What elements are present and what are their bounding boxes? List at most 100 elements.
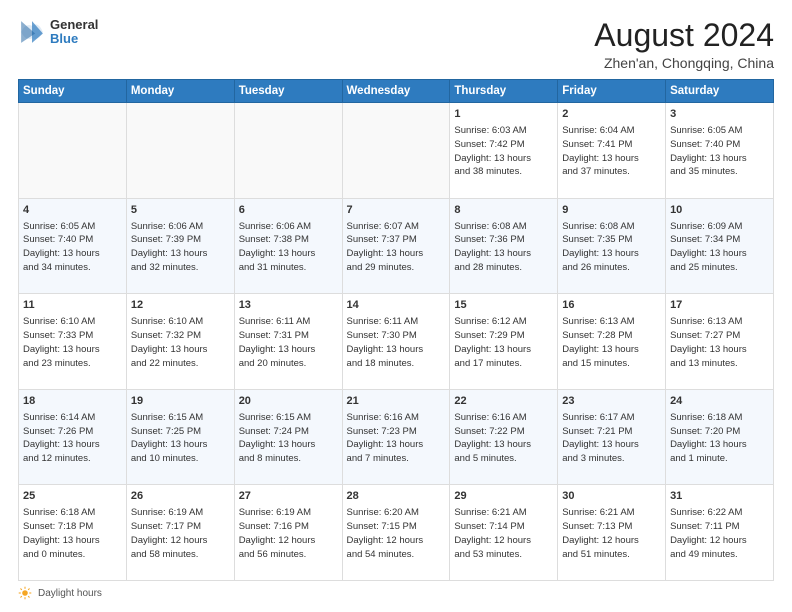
logo-line1: General (50, 18, 98, 32)
day-info-line: Daylight: 13 hours (347, 438, 446, 452)
calendar-cell: 27Sunrise: 6:19 AMSunset: 7:16 PMDayligh… (234, 485, 342, 581)
day-number: 20 (239, 394, 338, 410)
calendar-week-row: 4Sunrise: 6:05 AMSunset: 7:40 PMDaylight… (19, 198, 774, 294)
day-number: 3 (670, 107, 769, 123)
calendar-cell: 29Sunrise: 6:21 AMSunset: 7:14 PMDayligh… (450, 485, 558, 581)
calendar-day-header: Friday (558, 80, 666, 103)
calendar-cell: 24Sunrise: 6:18 AMSunset: 7:20 PMDayligh… (666, 389, 774, 485)
day-info-line: Sunrise: 6:09 AM (670, 220, 769, 234)
calendar-header-row: SundayMondayTuesdayWednesdayThursdayFrid… (19, 80, 774, 103)
day-info-line: Sunrise: 6:07 AM (347, 220, 446, 234)
calendar-day-header: Sunday (19, 80, 127, 103)
day-info-line: Sunset: 7:39 PM (131, 233, 230, 247)
day-info-line: Sunrise: 6:21 AM (562, 506, 661, 520)
day-info-line: Daylight: 13 hours (131, 247, 230, 261)
day-info-line: Daylight: 13 hours (131, 438, 230, 452)
day-info-line: Daylight: 13 hours (562, 152, 661, 166)
day-number: 28 (347, 489, 446, 505)
day-info-line: Daylight: 13 hours (131, 343, 230, 357)
day-info-line: Daylight: 12 hours (670, 534, 769, 548)
page: General Blue August 2024 Zhen'an, Chongq… (0, 0, 792, 612)
calendar-cell: 16Sunrise: 6:13 AMSunset: 7:28 PMDayligh… (558, 294, 666, 390)
day-info-line: and 53 minutes. (454, 548, 553, 562)
day-info-line: Sunset: 7:18 PM (23, 520, 122, 534)
calendar-day-header: Tuesday (234, 80, 342, 103)
day-number: 5 (131, 203, 230, 219)
day-number: 9 (562, 203, 661, 219)
day-info-line: Daylight: 13 hours (347, 343, 446, 357)
day-info-line: Sunrise: 6:20 AM (347, 506, 446, 520)
day-info-line: Sunset: 7:27 PM (670, 329, 769, 343)
day-info-line: Daylight: 13 hours (23, 438, 122, 452)
calendar-cell: 9Sunrise: 6:08 AMSunset: 7:35 PMDaylight… (558, 198, 666, 294)
day-info-line: Daylight: 12 hours (562, 534, 661, 548)
calendar-week-row: 1Sunrise: 6:03 AMSunset: 7:42 PMDaylight… (19, 103, 774, 199)
day-info-line: and 38 minutes. (454, 165, 553, 179)
day-number: 31 (670, 489, 769, 505)
day-info-line: and 34 minutes. (23, 261, 122, 275)
calendar-cell: 10Sunrise: 6:09 AMSunset: 7:34 PMDayligh… (666, 198, 774, 294)
logo-text: General Blue (50, 18, 98, 47)
day-number: 30 (562, 489, 661, 505)
day-info-line: Sunrise: 6:14 AM (23, 411, 122, 425)
day-info-line: and 49 minutes. (670, 548, 769, 562)
day-info-line: and 26 minutes. (562, 261, 661, 275)
day-info-line: Sunset: 7:31 PM (239, 329, 338, 343)
calendar-cell: 19Sunrise: 6:15 AMSunset: 7:25 PMDayligh… (126, 389, 234, 485)
day-number: 4 (23, 203, 122, 219)
day-info-line: Sunrise: 6:13 AM (562, 315, 661, 329)
calendar-day-header: Monday (126, 80, 234, 103)
day-info-line: Sunset: 7:24 PM (239, 425, 338, 439)
day-info-line: and 17 minutes. (454, 357, 553, 371)
day-info-line: Daylight: 13 hours (347, 247, 446, 261)
day-info-line: Sunset: 7:36 PM (454, 233, 553, 247)
day-info-line: Daylight: 12 hours (131, 534, 230, 548)
day-info-line: Sunset: 7:23 PM (347, 425, 446, 439)
day-info-line: Daylight: 13 hours (562, 247, 661, 261)
header: General Blue August 2024 Zhen'an, Chongq… (18, 18, 774, 71)
calendar-cell (126, 103, 234, 199)
day-info-line: and 51 minutes. (562, 548, 661, 562)
calendar-cell: 18Sunrise: 6:14 AMSunset: 7:26 PMDayligh… (19, 389, 127, 485)
day-info-line: Sunset: 7:20 PM (670, 425, 769, 439)
day-info-line: Sunset: 7:32 PM (131, 329, 230, 343)
calendar-cell: 5Sunrise: 6:06 AMSunset: 7:39 PMDaylight… (126, 198, 234, 294)
day-info-line: Sunrise: 6:15 AM (239, 411, 338, 425)
day-info-line: Sunrise: 6:19 AM (131, 506, 230, 520)
day-info-line: Sunrise: 6:05 AM (670, 124, 769, 138)
calendar-cell: 31Sunrise: 6:22 AMSunset: 7:11 PMDayligh… (666, 485, 774, 581)
day-number: 27 (239, 489, 338, 505)
calendar-cell: 2Sunrise: 6:04 AMSunset: 7:41 PMDaylight… (558, 103, 666, 199)
day-info-line: and 1 minute. (670, 452, 769, 466)
calendar-cell: 17Sunrise: 6:13 AMSunset: 7:27 PMDayligh… (666, 294, 774, 390)
calendar-cell: 20Sunrise: 6:15 AMSunset: 7:24 PMDayligh… (234, 389, 342, 485)
day-info-line: Sunrise: 6:18 AM (23, 506, 122, 520)
day-info-line: Sunset: 7:33 PM (23, 329, 122, 343)
calendar-cell: 4Sunrise: 6:05 AMSunset: 7:40 PMDaylight… (19, 198, 127, 294)
day-number: 11 (23, 298, 122, 314)
month-year: August 2024 (594, 18, 774, 53)
day-info-line: Sunset: 7:17 PM (131, 520, 230, 534)
day-number: 15 (454, 298, 553, 314)
day-info-line: Sunset: 7:42 PM (454, 138, 553, 152)
day-number: 2 (562, 107, 661, 123)
day-info-line: Sunrise: 6:22 AM (670, 506, 769, 520)
day-number: 22 (454, 394, 553, 410)
day-info-line: and 54 minutes. (347, 548, 446, 562)
day-number: 13 (239, 298, 338, 314)
day-info-line: Daylight: 13 hours (23, 247, 122, 261)
day-info-line: Sunset: 7:21 PM (562, 425, 661, 439)
day-number: 14 (347, 298, 446, 314)
day-info-line: Sunrise: 6:16 AM (454, 411, 553, 425)
day-info-line: Sunrise: 6:03 AM (454, 124, 553, 138)
day-info-line: and 13 minutes. (670, 357, 769, 371)
day-info-line: Daylight: 13 hours (454, 247, 553, 261)
sun-icon (18, 586, 32, 600)
calendar-day-header: Wednesday (342, 80, 450, 103)
calendar-cell: 21Sunrise: 6:16 AMSunset: 7:23 PMDayligh… (342, 389, 450, 485)
calendar-table: SundayMondayTuesdayWednesdayThursdayFrid… (18, 79, 774, 581)
day-info-line: Daylight: 13 hours (454, 152, 553, 166)
day-info-line: Sunset: 7:22 PM (454, 425, 553, 439)
day-info-line: and 22 minutes. (131, 357, 230, 371)
day-info-line: Daylight: 13 hours (239, 438, 338, 452)
